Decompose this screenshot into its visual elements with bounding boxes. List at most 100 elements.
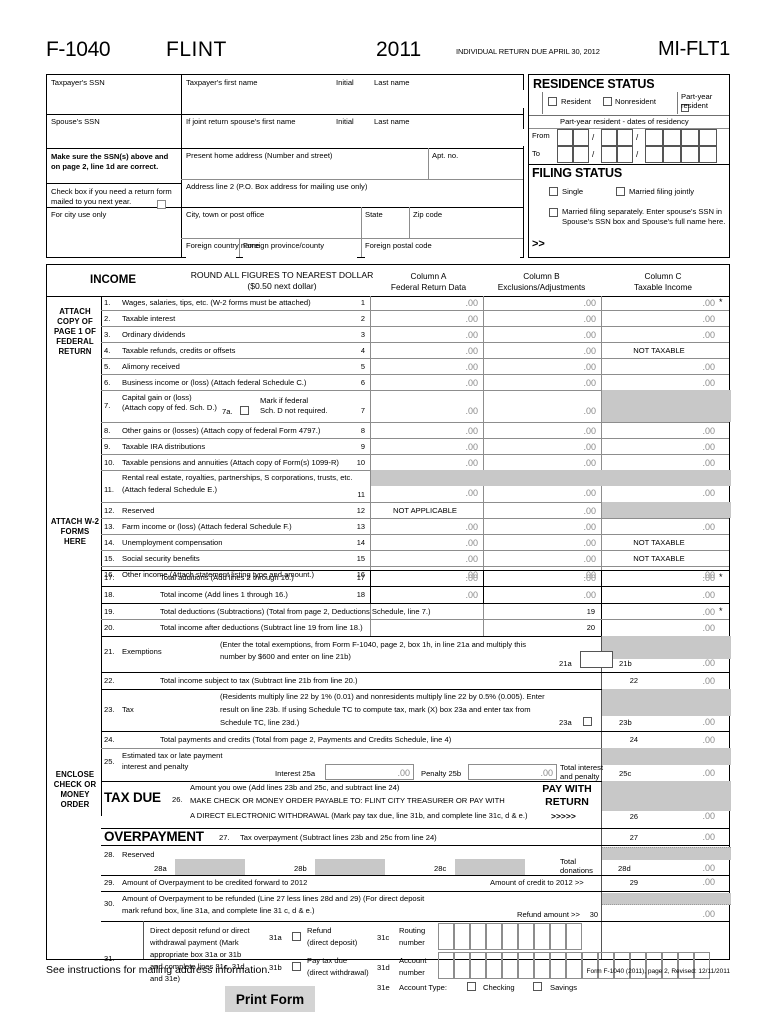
row-6-col-b[interactable]: .00 xyxy=(485,378,596,388)
row-15-col-b[interactable]: .00 xyxy=(485,554,596,564)
married-separate-checkbox[interactable] xyxy=(549,208,558,217)
digit-cell[interactable] xyxy=(502,952,518,979)
residency-to-month-1[interactable] xyxy=(557,146,573,163)
line-23a-checkbox[interactable] xyxy=(583,717,592,726)
digit-cell[interactable] xyxy=(470,923,486,950)
residency-to-year-2[interactable] xyxy=(663,146,681,163)
digit-cell[interactable] xyxy=(438,923,454,950)
row-6-col-c[interactable]: .00 xyxy=(603,378,715,388)
line-23b-amount[interactable]: .00 xyxy=(645,717,715,727)
nonresident-checkbox[interactable] xyxy=(603,97,612,106)
line-29-amount[interactable]: .00 xyxy=(645,877,715,887)
row-1-col-a[interactable]: .00 xyxy=(372,298,478,308)
row-5-col-b[interactable]: .00 xyxy=(485,362,596,372)
resident-checkbox[interactable] xyxy=(548,97,557,106)
row-4-col-b[interactable]: .00 xyxy=(485,346,596,356)
digit-cell[interactable] xyxy=(518,923,534,950)
digit-cell[interactable] xyxy=(566,923,582,950)
line-30-amount[interactable]: .00 xyxy=(645,909,715,919)
residency-from-year-3[interactable] xyxy=(681,129,699,146)
row-9-col-c[interactable]: .00 xyxy=(603,442,715,452)
residency-to-year-4[interactable] xyxy=(699,146,717,163)
routing-number-grid[interactable] xyxy=(438,923,582,950)
row-18-col-a[interactable]: .00 xyxy=(372,590,478,600)
row-15-col-a[interactable]: .00 xyxy=(372,554,478,564)
digit-cell[interactable] xyxy=(550,923,566,950)
row-12-col-b[interactable]: .00 xyxy=(485,506,596,516)
residency-to-day-2[interactable] xyxy=(617,146,633,163)
row-17-col-b[interactable]: .00 xyxy=(485,573,596,583)
residency-to-year-1[interactable] xyxy=(645,146,663,163)
taxpayer-first-name-input[interactable] xyxy=(186,90,331,108)
line-31b-paytax-checkbox[interactable] xyxy=(292,962,301,971)
row-18-col-c[interactable]: .00 xyxy=(603,590,715,600)
row-20-col-c[interactable]: .00 xyxy=(603,623,715,633)
residency-from-year-4[interactable] xyxy=(699,129,717,146)
state-input[interactable] xyxy=(365,222,407,237)
row-14-col-b[interactable]: .00 xyxy=(485,538,596,548)
print-form-button[interactable]: Print Form xyxy=(225,986,315,1012)
row-8-col-c[interactable]: .00 xyxy=(603,426,715,436)
row-11-col-a[interactable]: .00 xyxy=(372,488,478,498)
row-11-col-c[interactable]: .00 xyxy=(603,488,715,498)
row-10-col-a[interactable]: .00 xyxy=(372,458,478,468)
row-1-col-b[interactable]: .00 xyxy=(485,298,596,308)
row-3-col-c[interactable]: .00 xyxy=(603,330,715,340)
row-6-col-a[interactable]: .00 xyxy=(372,378,478,388)
residency-from-year-2[interactable] xyxy=(663,129,681,146)
line-28c-input[interactable] xyxy=(455,859,525,875)
row-2-col-a[interactable]: .00 xyxy=(372,314,478,324)
row-14-col-a[interactable]: .00 xyxy=(372,538,478,548)
row-8-col-b[interactable]: .00 xyxy=(485,426,596,436)
residency-from-year-1[interactable] xyxy=(645,129,663,146)
checking-checkbox[interactable] xyxy=(467,982,476,991)
address-line-2-input[interactable] xyxy=(186,193,520,206)
row-5-col-a[interactable]: .00 xyxy=(372,362,478,372)
residency-from-month-2[interactable] xyxy=(573,129,589,146)
spouse-ssn-input[interactable] xyxy=(52,128,176,145)
row-17-col-c[interactable]: .00 xyxy=(603,573,715,583)
digit-cell[interactable] xyxy=(454,923,470,950)
line-21a-input[interactable] xyxy=(580,651,613,668)
digit-cell[interactable] xyxy=(486,923,502,950)
row-5-col-c[interactable]: .00 xyxy=(603,362,715,372)
savings-checkbox[interactable] xyxy=(533,982,542,991)
single-checkbox[interactable] xyxy=(549,187,558,196)
overpayment-amount[interactable]: .00 xyxy=(645,832,715,842)
line-21b-amount[interactable]: .00 xyxy=(645,658,715,668)
married-joint-checkbox[interactable] xyxy=(616,187,625,196)
row-10-col-c[interactable]: .00 xyxy=(603,458,715,468)
line-28d-amount[interactable]: .00 xyxy=(645,863,715,873)
taxpayer-initial-input[interactable] xyxy=(336,90,368,108)
digit-cell[interactable] xyxy=(566,952,582,979)
digit-cell[interactable] xyxy=(518,952,534,979)
row-13-col-c[interactable]: .00 xyxy=(603,522,715,532)
zip-code-input[interactable] xyxy=(413,222,520,237)
spouse-last-name-input[interactable] xyxy=(374,129,534,146)
tax-due-amount[interactable]: .00 xyxy=(645,811,715,821)
row-13-col-b[interactable]: .00 xyxy=(485,522,596,532)
row-18-col-b[interactable]: .00 xyxy=(485,590,596,600)
digit-cell[interactable] xyxy=(470,952,486,979)
line-25c-amount[interactable]: .00 xyxy=(645,768,715,778)
home-address-input[interactable] xyxy=(186,163,424,178)
residency-to-year-3[interactable] xyxy=(681,146,699,163)
row-9-col-b[interactable]: .00 xyxy=(485,442,596,452)
row-1-col-c[interactable]: .00 xyxy=(603,298,715,308)
digit-cell[interactable] xyxy=(534,952,550,979)
row-2-col-c[interactable]: .00 xyxy=(603,314,715,324)
row-4-col-a[interactable]: .00 xyxy=(372,346,478,356)
row-7-col-a[interactable]: .00 xyxy=(372,406,478,416)
residency-from-day-2[interactable] xyxy=(617,129,633,146)
line-28a-input[interactable] xyxy=(175,859,245,875)
digit-cell[interactable] xyxy=(502,923,518,950)
taxpayer-last-name-input[interactable] xyxy=(374,90,534,108)
row-11-col-b[interactable]: .00 xyxy=(485,488,596,498)
row-9-col-a[interactable]: .00 xyxy=(372,442,478,452)
residency-from-date-grid[interactable] xyxy=(557,129,573,146)
row-3-col-b[interactable]: .00 xyxy=(485,330,596,340)
row-13-col-a[interactable]: .00 xyxy=(372,522,478,532)
digit-cell[interactable] xyxy=(486,952,502,979)
row-8-col-a[interactable]: .00 xyxy=(372,426,478,436)
row-7-col-b[interactable]: .00 xyxy=(485,406,596,416)
